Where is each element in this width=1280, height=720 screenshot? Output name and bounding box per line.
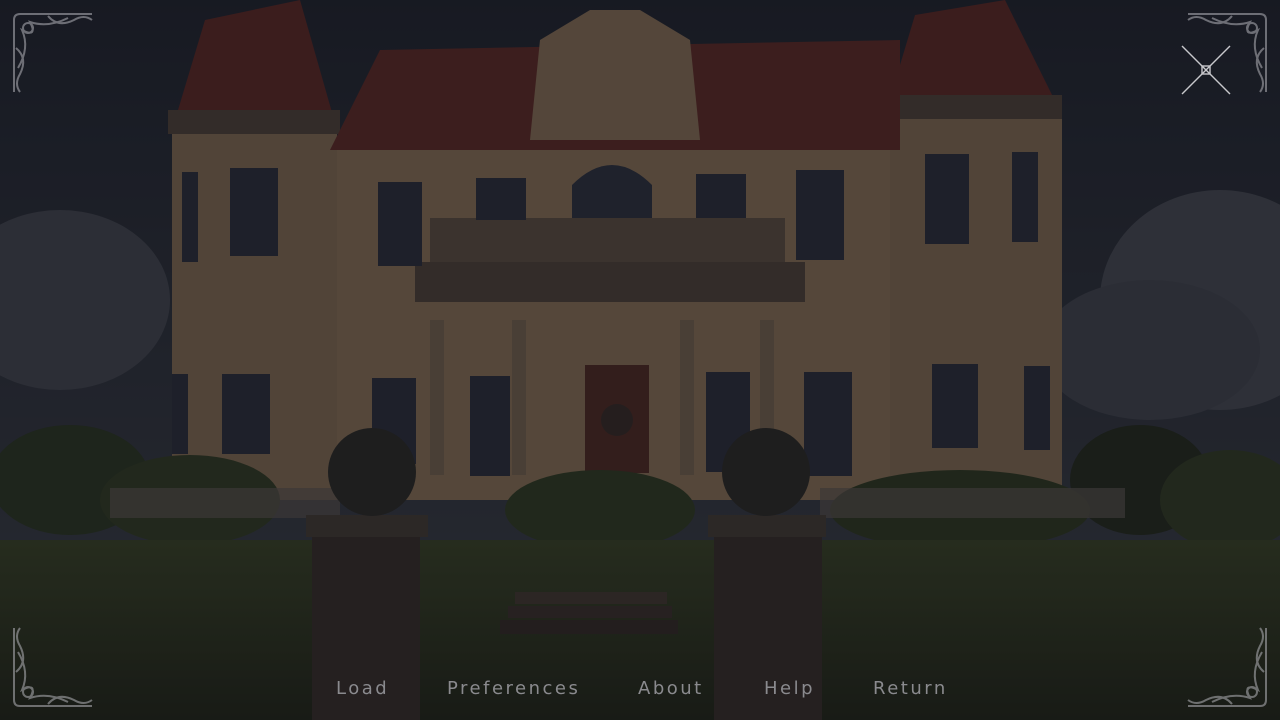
mansion-background	[0, 0, 1280, 720]
about-button[interactable]: About	[638, 678, 704, 699]
return-button[interactable]: Return	[873, 678, 948, 699]
preferences-button[interactable]: Preferences	[447, 678, 580, 699]
close-icon	[1181, 45, 1231, 95]
game-menu-screen: Load Preferences About Help Return	[0, 0, 1280, 720]
quick-menu: Load Preferences About Help Return	[0, 672, 1280, 708]
load-button[interactable]: Load	[336, 678, 389, 699]
flourish-corner-icon	[8, 8, 98, 98]
close-button[interactable]	[1178, 42, 1234, 98]
help-button[interactable]: Help	[764, 678, 815, 699]
